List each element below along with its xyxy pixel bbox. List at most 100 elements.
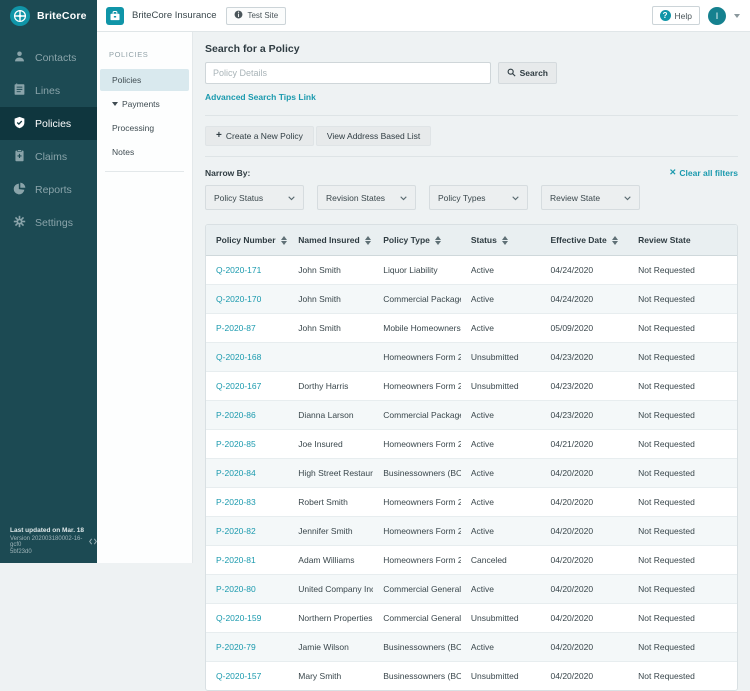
subnav-item-policies[interactable]: Policies <box>100 69 189 91</box>
table-row: Q-2020-168Homeowners Form 2Unsubmitted04… <box>206 343 737 372</box>
policy-number-link[interactable]: Q-2020-168 <box>216 352 261 362</box>
sidebar-item-label: Claims <box>35 151 67 163</box>
help-button[interactable]: ? Help <box>652 6 700 25</box>
review-state-dropdown[interactable]: Review State <box>541 185 640 210</box>
x-icon: ✕ <box>669 167 676 178</box>
briefcase-icon <box>106 7 124 25</box>
policy-number-link[interactable]: P-2020-80 <box>216 584 256 594</box>
column-header-effective-date[interactable]: Effective Date <box>541 225 629 256</box>
table-row: P-2020-80United Company IncCommercial Ge… <box>206 575 737 604</box>
policy-number-cell: Q-2020-171 <box>206 256 288 285</box>
policy-number-link[interactable]: Q-2020-170 <box>216 294 261 304</box>
sidebar-item-policies[interactable]: Policies <box>0 107 97 140</box>
table-row: P-2020-85Joe InsuredHomeowners Form 2Act… <box>206 430 737 459</box>
gear-icon <box>13 215 26 231</box>
policy-number-cell: P-2020-85 <box>206 430 288 459</box>
effective-date-cell: 04/20/2020 <box>541 459 629 488</box>
policy-number-cell: P-2020-82 <box>206 517 288 546</box>
policy-status-dropdown[interactable]: Policy Status <box>205 185 304 210</box>
sort-icon[interactable] <box>502 236 508 245</box>
search-button[interactable]: Search <box>498 62 557 84</box>
sidebar-item-claims[interactable]: Claims <box>0 140 97 173</box>
policy-number-link[interactable]: P-2020-84 <box>216 468 256 478</box>
column-header-review-state: Review State <box>628 225 737 256</box>
policies-subnav: POLICIES Policies Payments Processing No… <box>97 32 193 563</box>
policy-number-link[interactable]: P-2020-83 <box>216 497 256 507</box>
primary-sidebar: BriteCore Contacts Lines Policies Claims… <box>0 0 97 563</box>
last-updated-text: Last updated on Mar. 18 <box>10 527 97 534</box>
sort-icon[interactable] <box>365 236 371 245</box>
policy-number-cell: P-2020-83 <box>206 488 288 517</box>
policy-types-dropdown[interactable]: Policy Types <box>429 185 528 210</box>
sort-icon[interactable] <box>612 236 618 245</box>
brand-name: BriteCore <box>37 10 87 22</box>
brand[interactable]: BriteCore <box>0 0 97 32</box>
policy-number-link[interactable]: P-2020-81 <box>216 555 256 565</box>
sidebar-footer: Last updated on Mar. 18 Version 20200318… <box>10 527 97 555</box>
policy-number-link[interactable]: Q-2020-157 <box>216 671 261 681</box>
subnav-item-label: Payments <box>122 99 160 109</box>
column-header-named-insured[interactable]: Named Insured <box>288 225 373 256</box>
review-state-cell: Not Requested <box>628 488 737 517</box>
policy-number-link[interactable]: P-2020-79 <box>216 642 256 652</box>
policy-type-cell: Businessowners (BOP) <box>373 633 461 662</box>
clear-all-filters-link[interactable]: ✕ Clear all filters <box>669 167 738 178</box>
policy-number-link[interactable]: Q-2020-159 <box>216 613 261 623</box>
info-icon <box>234 10 243 21</box>
review-state-cell: Not Requested <box>628 372 737 401</box>
subnav-item-notes[interactable]: Notes <box>100 141 189 163</box>
org-name[interactable]: BriteCore Insurance <box>132 10 216 21</box>
policy-number-link[interactable]: Q-2020-171 <box>216 265 261 275</box>
sidebar-item-reports[interactable]: Reports <box>0 173 97 206</box>
policy-search-input[interactable] <box>205 62 491 84</box>
sidebar-item-settings[interactable]: Settings <box>0 206 97 239</box>
effective-date-cell: 04/20/2020 <box>541 517 629 546</box>
subnav-item-processing[interactable]: Processing <box>100 117 189 139</box>
sort-icon[interactable] <box>281 236 287 245</box>
effective-date-cell: 04/23/2020 <box>541 372 629 401</box>
subnav-divider <box>105 171 184 172</box>
column-header-status[interactable]: Status <box>461 225 541 256</box>
policy-type-cell: Homeowners Form 2 <box>373 343 461 372</box>
status-cell: Unsubmitted <box>461 372 541 401</box>
policy-table-header-row: Policy NumberNamed InsuredPolicy TypeSta… <box>206 225 737 256</box>
subnav-header: POLICIES <box>97 50 192 69</box>
sidebar-item-lines[interactable]: Lines <box>0 74 97 107</box>
revision-states-dropdown[interactable]: Revision States <box>317 185 416 210</box>
chevron-down-icon <box>400 193 407 203</box>
sort-icon[interactable] <box>435 236 441 245</box>
status-cell: Unsubmitted <box>461 662 541 691</box>
column-header-policy-type[interactable]: Policy Type <box>373 225 461 256</box>
create-policy-button[interactable]: + Create a New Policy <box>205 126 314 146</box>
column-header-policy-number[interactable]: Policy Number <box>206 225 288 256</box>
table-row: P-2020-86Dianna LarsonCommercial Package… <box>206 401 737 430</box>
divider <box>205 156 738 157</box>
effective-date-cell: 04/23/2020 <box>541 343 629 372</box>
table-row: Q-2020-159Northern PropertiesCommercial … <box>206 604 737 633</box>
policy-number-link[interactable]: P-2020-86 <box>216 410 256 420</box>
policy-number-link[interactable]: P-2020-85 <box>216 439 256 449</box>
policy-number-link[interactable]: P-2020-87 <box>216 323 256 333</box>
named-insured-cell: United Company Inc <box>288 575 373 604</box>
avatar-menu-chevron-down-icon[interactable] <box>734 14 740 18</box>
status-cell: Active <box>461 430 541 459</box>
table-row: P-2020-79Jamie WilsonBusinessowners (BOP… <box>206 633 737 662</box>
avatar[interactable]: I <box>708 7 726 25</box>
version-text: Version 202003180002-16-gcf0 <box>10 536 85 548</box>
policy-number-cell: Q-2020-157 <box>206 662 288 691</box>
sidebar-item-label: Settings <box>35 217 73 229</box>
policy-type-cell: Homeowners Form 2 <box>373 488 461 517</box>
policy-number-link[interactable]: P-2020-82 <box>216 526 256 536</box>
view-address-list-button[interactable]: View Address Based List <box>316 126 431 146</box>
subnav-item-payments[interactable]: Payments <box>100 93 189 115</box>
effective-date-cell: 04/20/2020 <box>541 546 629 575</box>
effective-date-cell: 04/20/2020 <box>541 662 629 691</box>
named-insured-cell: Robert Smith <box>288 488 373 517</box>
sidebar-item-contacts[interactable]: Contacts <box>0 41 97 74</box>
policy-type-cell: Commercial General Liability <box>373 604 461 633</box>
policy-number-link[interactable]: Q-2020-167 <box>216 381 261 391</box>
page-title: Search for a Policy <box>205 43 738 55</box>
advanced-search-tips-link[interactable]: Advanced Search Tips Link <box>205 92 316 102</box>
status-cell: Active <box>461 314 541 343</box>
code-brackets-icon[interactable] <box>89 538 97 547</box>
